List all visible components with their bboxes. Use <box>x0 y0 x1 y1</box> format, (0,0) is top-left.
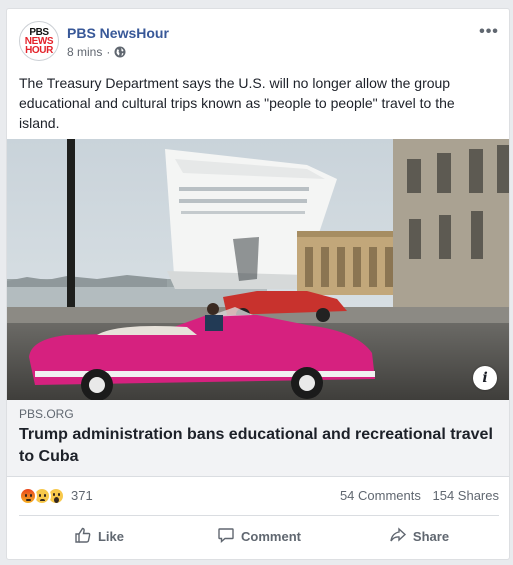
link-headline[interactable]: Trump administration bans educational an… <box>19 424 497 468</box>
more-options-button[interactable]: ••• <box>479 23 499 40</box>
share-button[interactable]: Share <box>339 519 499 553</box>
comment-label: Comment <box>241 528 301 544</box>
like-label: Like <box>97 528 124 544</box>
link-domain: PBS.ORG <box>19 407 74 421</box>
share-arrow-icon <box>389 526 407 547</box>
meta-separator: · <box>106 45 111 59</box>
engagement-counts: 54 Comments 154 Shares <box>332 487 499 505</box>
link-preview-image[interactable]: i <box>7 139 509 400</box>
comment-button[interactable]: Comment <box>179 519 339 553</box>
page-name-link[interactable]: PBS NewsHour <box>67 25 169 41</box>
reaction-count: 371 <box>71 488 93 503</box>
logo-text-line-3: HOUR <box>25 45 53 56</box>
post-text: The Treasury Department says the U.S. wi… <box>19 75 455 131</box>
share-label: Share <box>412 528 450 544</box>
link-info[interactable]: PBS.ORG Trump administration bans educat… <box>7 400 509 477</box>
post-timestamp[interactable]: 8 mins <box>67 45 102 59</box>
post-card: PBS NEWS HOUR PBS NewsHour 8 mins · ••• … <box>6 8 510 560</box>
actions-divider <box>19 515 499 516</box>
cuba-harbor-photo <box>7 139 509 400</box>
page-avatar[interactable]: PBS NEWS HOUR <box>19 21 59 61</box>
angry-reaction-icon <box>19 487 37 505</box>
post-stats: 371 54 Comments 154 Shares <box>19 485 499 509</box>
post-meta: 8 mins · <box>67 45 126 59</box>
link-preview[interactable]: i PBS.ORG Trump administration bans educ… <box>7 139 509 477</box>
info-button[interactable]: i <box>473 366 497 390</box>
post-actions: Like Comment Share <box>19 519 499 553</box>
shares-count-link[interactable]: 154 Shares <box>433 488 500 503</box>
comments-count-link[interactable]: 54 Comments <box>340 488 421 503</box>
reactions-summary[interactable]: 371 <box>19 487 93 505</box>
thumbs-up-icon <box>74 526 92 547</box>
like-button[interactable]: Like <box>19 519 179 553</box>
comment-icon <box>217 526 235 547</box>
globe-icon[interactable] <box>114 46 126 58</box>
post-header: PBS NEWS HOUR PBS NewsHour 8 mins · ••• <box>19 21 499 65</box>
